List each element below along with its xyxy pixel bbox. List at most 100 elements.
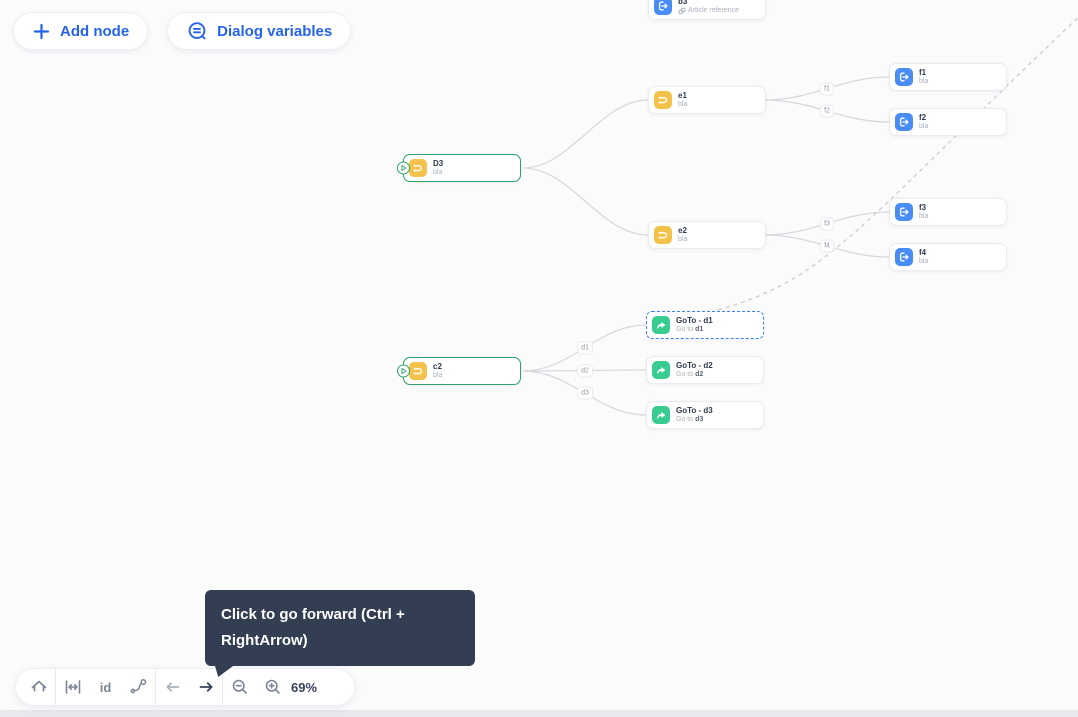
zoom-in-icon [265,679,280,694]
node-subtitle-text: bla [919,257,929,265]
flow-node-goto-d3[interactable]: GoTo - d3 Go to d3 [646,401,764,429]
fit-view-button[interactable] [56,668,89,706]
arrow-right-icon [199,682,212,692]
node-subtitle: bla [919,78,928,87]
flow-node-e1[interactable]: e1 bla [648,86,766,114]
flow-node-c2[interactable]: c2 bla [397,357,521,385]
node-text: c2 bla [433,362,442,381]
node-text: e1 bla [678,91,687,110]
flow-node-f4[interactable]: f4 bla [889,243,1007,271]
edge-label-d1: d1 [577,341,593,355]
node-title: f2 [919,112,927,122]
flow-node-goto-d1[interactable]: GoTo - d1 Go to d1 [646,311,764,339]
node-subtitle: bla [433,169,443,178]
node-subtitle-text: Go to [676,370,694,378]
zoom-in-button[interactable] [256,668,289,706]
zoom-level-label: 69% [291,679,318,695]
top-toolbar: Add node Dialog variables [13,12,352,50]
node-subtitle-text: bla [678,100,688,108]
edge-label-f1: f1 [820,82,834,96]
flow-node-b3[interactable]: b3 Article reference [648,0,766,20]
node-title: f4 [919,247,927,257]
flow-node-goto-d2[interactable]: GoTo - d2 Go to d2 [646,356,764,384]
node-text: f2 bla [919,113,928,132]
exit-icon [895,248,913,266]
edge-label-d3: d3 [577,386,593,400]
tooltip-text: Click to go forward (Ctrl + RightArrow) [221,606,405,649]
home-button[interactable] [22,668,55,706]
flow-node-f1[interactable]: f1 bla [889,63,1007,91]
undo-back-button[interactable] [156,668,189,706]
flow-node-D3[interactable]: D3 bla [397,154,521,182]
dialog-variables-button[interactable]: Dialog variables [167,12,352,50]
zoom-out-icon [232,679,247,694]
node-subtitle-text: bla [919,77,929,85]
arrow-left-icon [166,682,179,692]
node-subtitle-text: bla [433,168,443,176]
dialog-bubble-icon [186,20,208,42]
node-subtitle: bla [919,213,928,222]
node-title: e1 [678,90,687,100]
node-title: D3 [433,158,444,168]
node-title: GoTo - d3 [676,405,713,415]
dialog-variables-label: Dialog variables [217,22,333,40]
home-icon [31,680,46,692]
play-button[interactable] [397,161,410,175]
edge-label-f2: f2 [820,104,834,118]
node-subtitle: Go to d2 [676,371,713,380]
exit-icon [895,113,913,131]
node-text: b3 Article reference [678,0,739,15]
redo-forward-button[interactable] [189,668,222,706]
route-icon [409,159,427,177]
node-subtitle-text: bla [919,122,929,130]
route-icon [654,91,672,109]
edge-label-f4: f4 [820,239,834,253]
exit-icon [895,68,913,86]
route-icon [654,226,672,244]
node-subtitle: Article reference [678,7,739,16]
node-subtitle-target: d2 [695,370,704,378]
flow-node-f2[interactable]: f2 bla [889,108,1007,136]
goto-icon [652,406,670,424]
goto-icon [652,361,670,379]
node-subtitle: bla [433,372,442,381]
flow-node-e2[interactable]: e2 bla [648,221,766,249]
node-subtitle: Go to d3 [676,416,713,425]
node-subtitle: bla [919,258,928,267]
node-subtitle-text: Article reference [688,6,739,14]
bottom-edge-strip [0,710,1078,717]
node-title: e2 [678,225,687,235]
node-title: b3 [678,0,688,6]
node-text: f4 bla [919,248,928,267]
node-title: GoTo - d2 [676,360,713,370]
route-view-button[interactable] [122,668,155,706]
play-button[interactable] [397,364,410,378]
route-icon [409,362,427,380]
node-title: f3 [919,202,927,212]
node-subtitle-text: Go to [676,325,694,333]
node-subtitle: bla [678,101,687,110]
id-label: id [99,679,112,695]
link-icon [678,7,686,15]
zoom-out-button[interactable] [223,668,256,706]
toggle-ids-button[interactable]: id [89,668,122,706]
fit-width-icon [65,680,80,694]
goto-icon [652,316,670,334]
node-text: GoTo - d3 Go to d3 [676,406,713,425]
node-title: GoTo - d1 [676,315,713,325]
node-subtitle-target: d3 [695,415,704,423]
node-title: f1 [919,67,927,77]
edge-label-d2: d2 [577,364,593,378]
node-subtitle-text: Go to [676,415,694,423]
edge-label-f3: f3 [820,217,834,231]
node-text: GoTo - d2 Go to d2 [676,361,713,380]
flow-node-f3[interactable]: f3 bla [889,198,1007,226]
node-title: c2 [433,361,442,371]
node-text: e2 bla [678,226,687,245]
flow-canvas[interactable]: Add node Dialog variables Click to go fo [0,0,1078,717]
node-subtitle-text: bla [433,371,443,379]
bottom-toolbar: id 69% [15,668,355,706]
add-node-button[interactable]: Add node [13,12,149,50]
exit-icon [895,203,913,221]
edge-d3-e2 [522,167,649,236]
